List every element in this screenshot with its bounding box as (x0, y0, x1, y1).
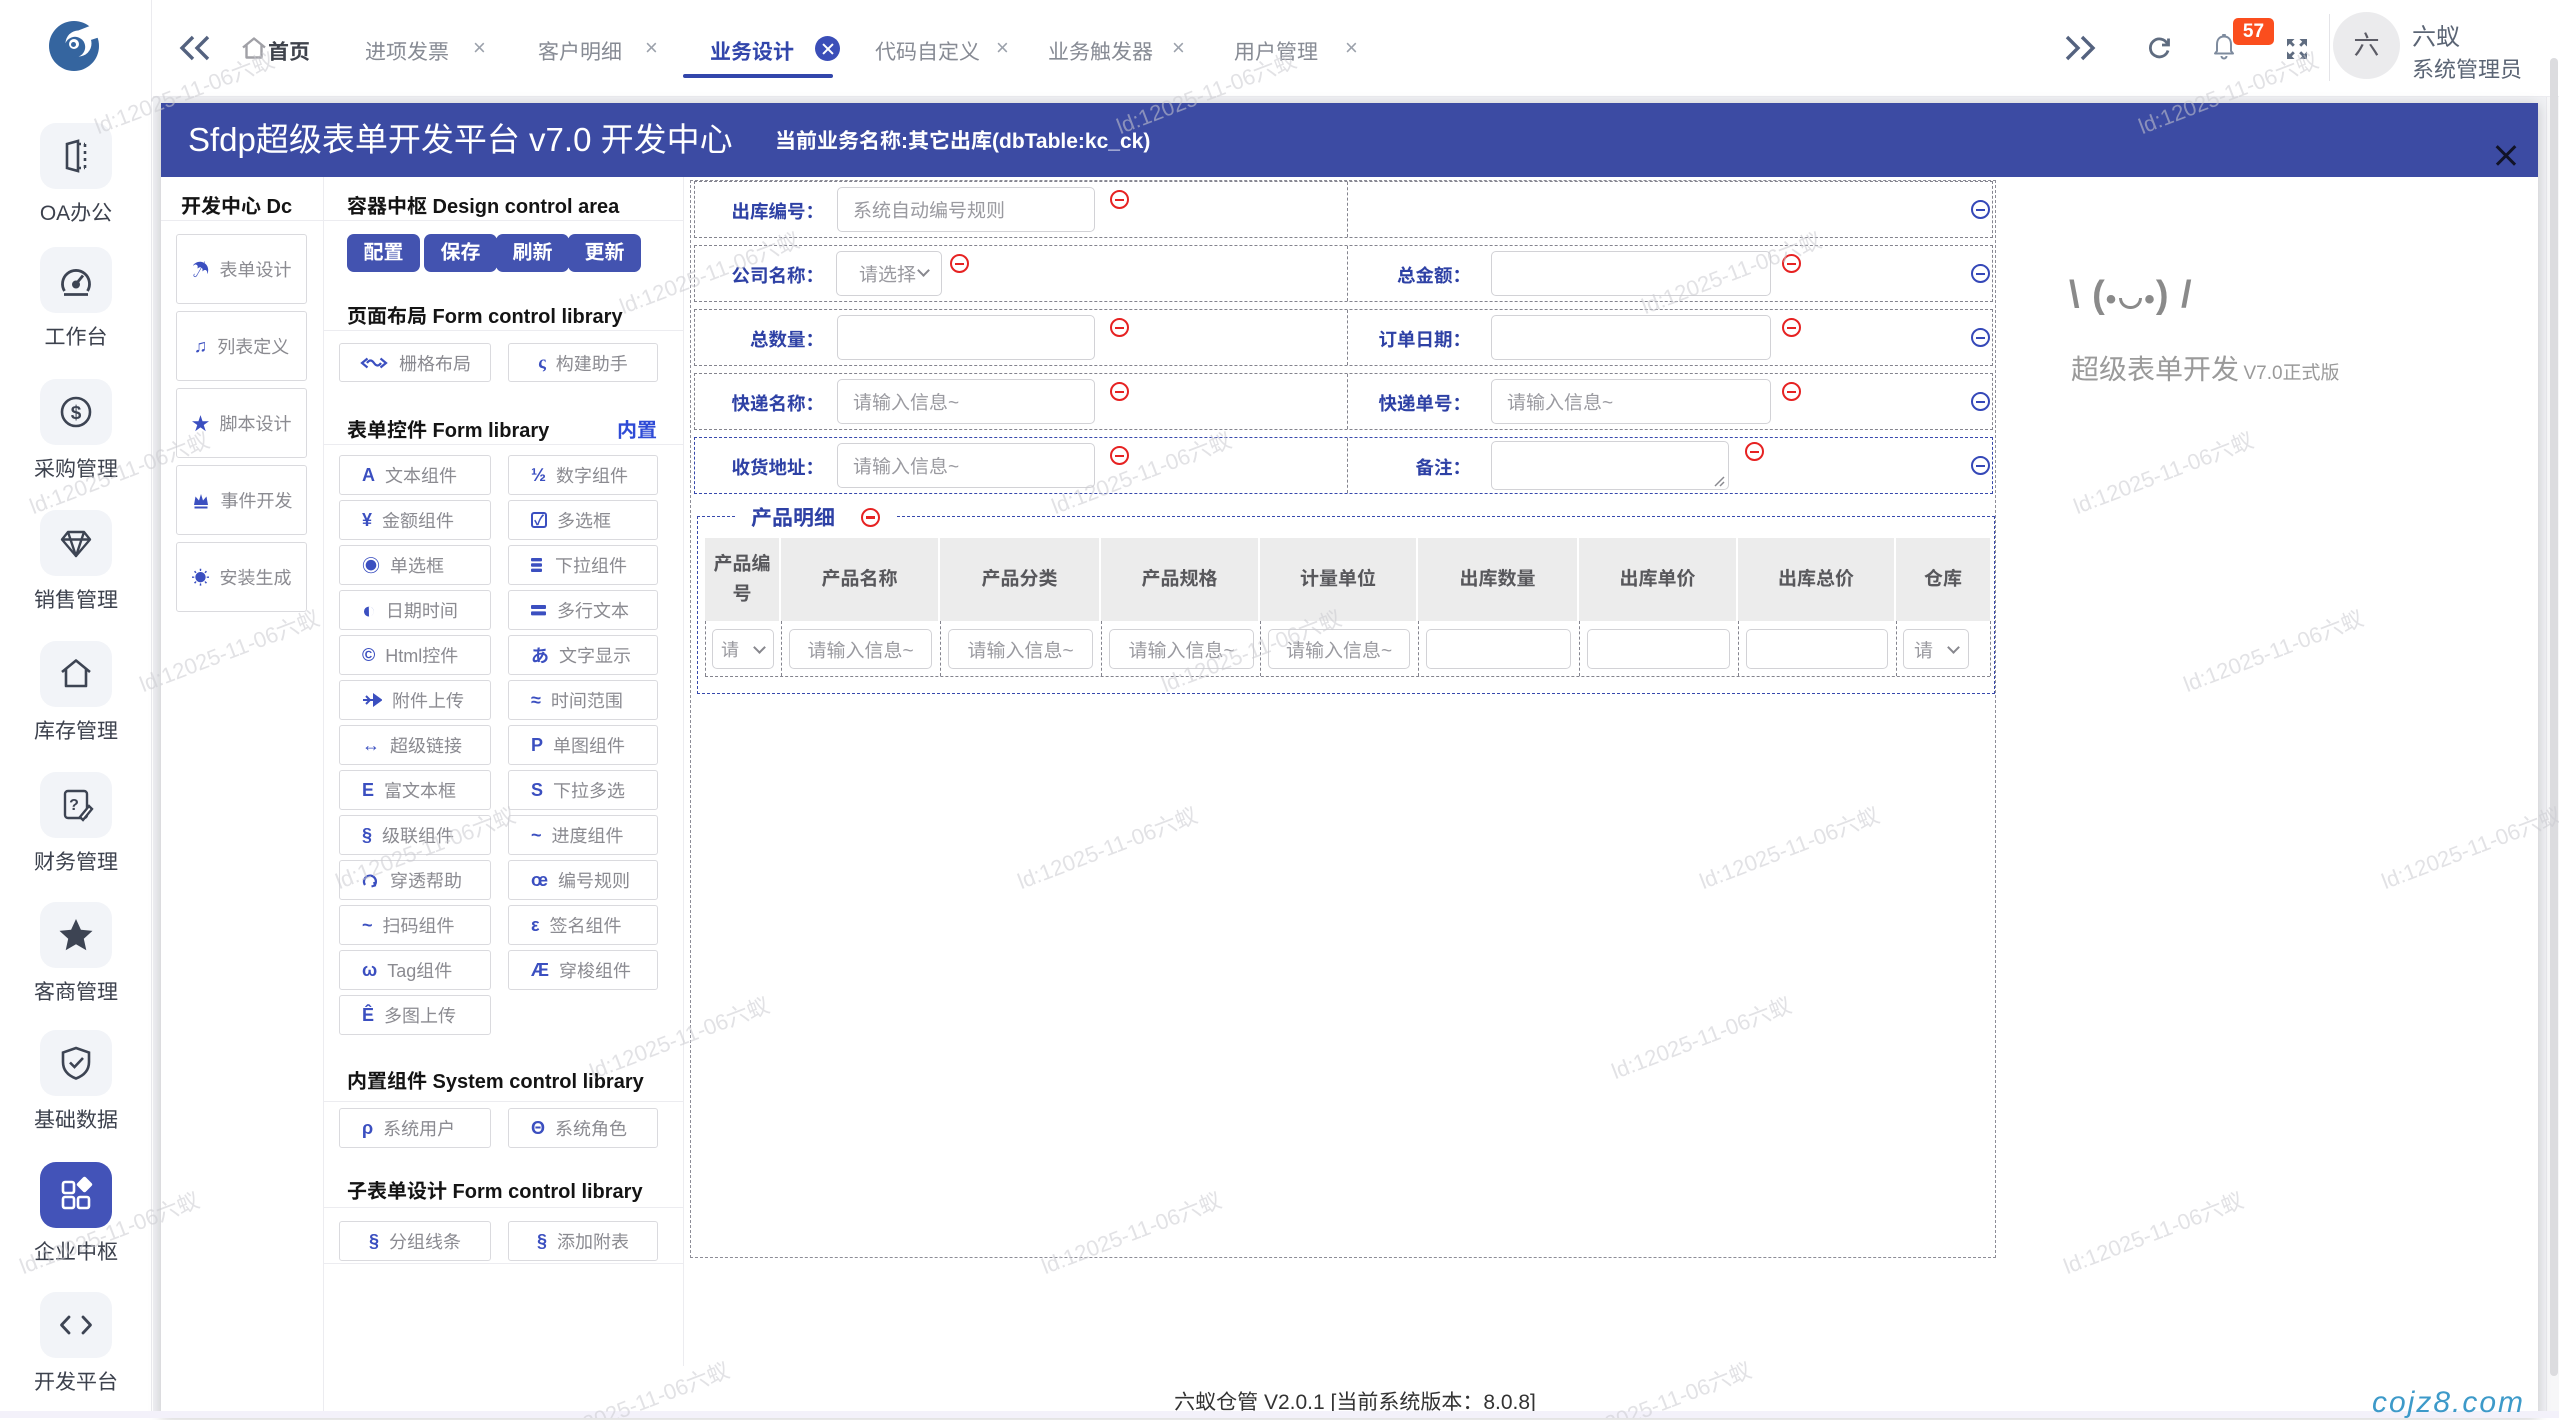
svg-text:?: ? (69, 797, 79, 814)
svg-text:$: $ (71, 403, 82, 424)
